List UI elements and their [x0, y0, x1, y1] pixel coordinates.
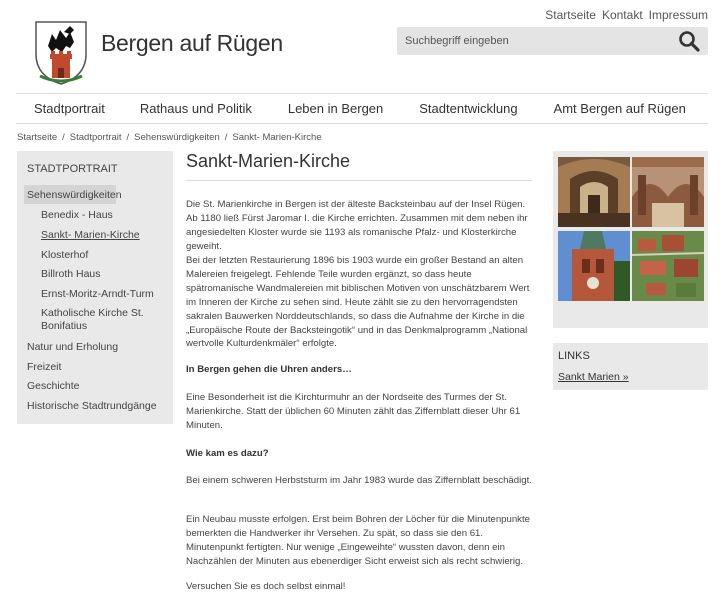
top-link-startseite[interactable]: Startseite [545, 8, 596, 22]
sidebar-item-arndt-turm[interactable]: Ernst-Moritz-Arndt-Turm [41, 288, 154, 301]
content-paragraph: Eine Besonderheit ist die Kirchturmuhr a… [186, 392, 521, 431]
sidebar-item-benedix-haus[interactable]: Benedix - Haus [41, 209, 113, 222]
nav-stadtentwicklung[interactable]: Stadtentwicklung [419, 101, 517, 116]
sidebar-item-katholische-kirche[interactable]: Katholische Kirche St. Bonifatius [41, 307, 161, 333]
church-interior-image[interactable] [558, 157, 630, 227]
top-links: Startseite Kontakt Impressum [545, 8, 708, 22]
sidebar-item-stadtrundgaenge[interactable]: Historische Stadtrundgänge [27, 400, 157, 413]
sidebar-nav: STADTPORTRAIT Sehenswürdigkeiten Benedix… [17, 151, 173, 424]
content-paragraph: Bei einem schweren Herbststurm im Jahr 1… [186, 475, 532, 486]
image-gallery [553, 151, 708, 328]
top-link-impressum[interactable]: Impressum [649, 8, 708, 22]
links-box-title: LINKS [558, 350, 590, 362]
main-nav: Stadtportrait Rathaus und Politik Leben … [16, 93, 708, 124]
top-link-kontakt[interactable]: Kontakt [602, 8, 643, 22]
breadcrumb-separator: / [62, 132, 65, 143]
sidebar-item-klosterhof[interactable]: Klosterhof [41, 249, 88, 262]
link-sankt-marien[interactable]: Sankt Marien » [558, 371, 629, 383]
search-input[interactable] [397, 27, 657, 55]
search-icon[interactable] [678, 30, 700, 52]
content-subheading: Wie kam es dazu? [186, 448, 269, 459]
search-bar [397, 27, 708, 55]
breadcrumb-current: Sankt- Marien-Kirche [232, 132, 322, 143]
sidebar-item-billroth-haus[interactable]: Billroth Haus [41, 268, 101, 281]
content-paragraph: Die St. Marienkirche in Bergen ist der ä… [186, 199, 528, 252]
content-paragraph: Versuchen Sie es doch selbst einmal! [186, 581, 346, 592]
links-box: LINKS Sankt Marien » [553, 343, 708, 390]
sidebar-item-sankt-marien-kirche[interactable]: Sankt- Marien-Kirche [41, 229, 140, 242]
nav-leben-in-bergen[interactable]: Leben in Bergen [288, 101, 383, 116]
nav-amt-bergen[interactable]: Amt Bergen auf Rügen [554, 101, 686, 116]
breadcrumb-startseite[interactable]: Startseite [17, 132, 57, 143]
breadcrumb-stadtportrait[interactable]: Stadtportrait [70, 132, 122, 143]
main-content: Sankt-Marien-Kirche [186, 151, 532, 181]
breadcrumb: Startseite / Stadtportrait / Sehenswürdi… [17, 132, 322, 143]
nav-rathaus-politik[interactable]: Rathaus und Politik [140, 101, 252, 116]
site-title[interactable]: Bergen auf Rügen [101, 30, 283, 57]
church-tower-image[interactable] [558, 231, 630, 301]
sidebar-item-geschichte[interactable]: Geschichte [27, 380, 80, 393]
breadcrumb-separator: / [224, 132, 228, 143]
content-paragraph: Bei der letzten Restaurierung 1896 bis 1… [186, 255, 530, 350]
sidebar-item-sehenswuerdigkeiten[interactable]: Sehenswürdigkeiten [27, 189, 122, 202]
coat-of-arms-logo[interactable] [34, 20, 88, 86]
breadcrumb-sehenswuerdigkeiten[interactable]: Sehenswürdigkeiten [134, 132, 220, 143]
church-nave-image[interactable] [632, 157, 704, 227]
nav-stadtportrait[interactable]: Stadtportrait [34, 101, 105, 116]
sidebar-item-natur-erholung[interactable]: Natur und Erholung [27, 341, 118, 354]
page-title: Sankt-Marien-Kirche [186, 151, 532, 181]
content-subheading: In Bergen gehen die Uhren anders… [186, 364, 352, 375]
content-paragraph: Ein Neubau musste erfolgen. Erst beim Bo… [186, 514, 530, 567]
town-aerial-image[interactable] [632, 231, 704, 301]
sidebar-item-freizeit[interactable]: Freizeit [27, 361, 61, 374]
sidebar-title: STADTPORTRAIT [27, 163, 118, 175]
breadcrumb-separator: / [126, 132, 130, 143]
